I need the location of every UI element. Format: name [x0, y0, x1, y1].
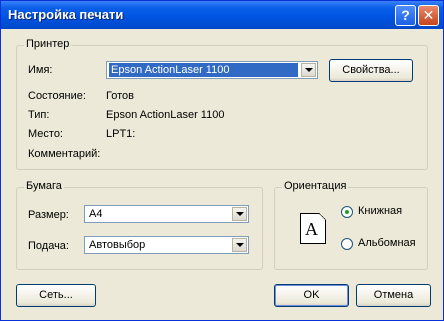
status-label: Состояние: [28, 90, 86, 102]
close-icon: ✕ [422, 7, 435, 23]
portrait-page-icon: A [300, 213, 326, 244]
dialog-title: Настройка печати [8, 7, 124, 22]
paper-source-value: Автовыбор [89, 239, 146, 251]
ok-button[interactable]: OK [274, 284, 349, 307]
status-value: Готов [106, 90, 134, 102]
chevron-down-icon[interactable] [301, 63, 316, 77]
cancel-button[interactable]: Отмена [356, 284, 431, 307]
landscape-radio-label[interactable]: Альбомная [358, 237, 416, 249]
chevron-down-icon[interactable] [232, 238, 247, 252]
portrait-radio-label[interactable]: Книжная [358, 205, 402, 217]
paper-size-value: A4 [89, 208, 103, 220]
type-value: Epson ActionLaser 1100 [106, 109, 225, 121]
close-button[interactable]: ✕ [418, 5, 439, 26]
printer-name-select[interactable]: Epson ActionLaser 1100 [106, 61, 318, 79]
portrait-radio-button[interactable] [341, 206, 353, 218]
help-button[interactable]: ? [395, 5, 416, 26]
print-setup-dialog: Настройка печати ? ✕ Принтер Имя: Epson … [0, 0, 444, 321]
properties-button[interactable]: Свойства... [329, 59, 413, 82]
network-button[interactable]: Сеть... [16, 284, 96, 307]
orientation-group-label: Ориентация [282, 180, 349, 192]
paper-source-select[interactable]: Автовыбор [84, 236, 249, 254]
page-letter: A [305, 219, 318, 239]
paper-source-label: Подача: [28, 240, 69, 252]
chevron-down-icon[interactable] [232, 207, 247, 221]
paper-size-select[interactable]: A4 [84, 205, 249, 223]
help-icon: ? [401, 7, 410, 23]
printer-name-label: Имя: [28, 64, 53, 76]
printer-group-label: Принтер [24, 38, 72, 50]
where-label: Место: [28, 128, 63, 140]
printer-name-value: Epson ActionLaser 1100 [109, 63, 298, 77]
type-label: Тип: [28, 109, 50, 121]
paper-size-label: Размер: [28, 209, 69, 221]
comment-label: Комментарий: [28, 148, 101, 160]
landscape-radio-button[interactable] [341, 238, 353, 250]
title-bar[interactable]: Настройка печати ? ✕ [1, 1, 443, 29]
paper-group: Бумага [16, 180, 263, 270]
paper-group-label: Бумага [24, 180, 64, 192]
orientation-group: Ориентация [274, 180, 428, 270]
where-value: LPT1: [106, 128, 136, 140]
